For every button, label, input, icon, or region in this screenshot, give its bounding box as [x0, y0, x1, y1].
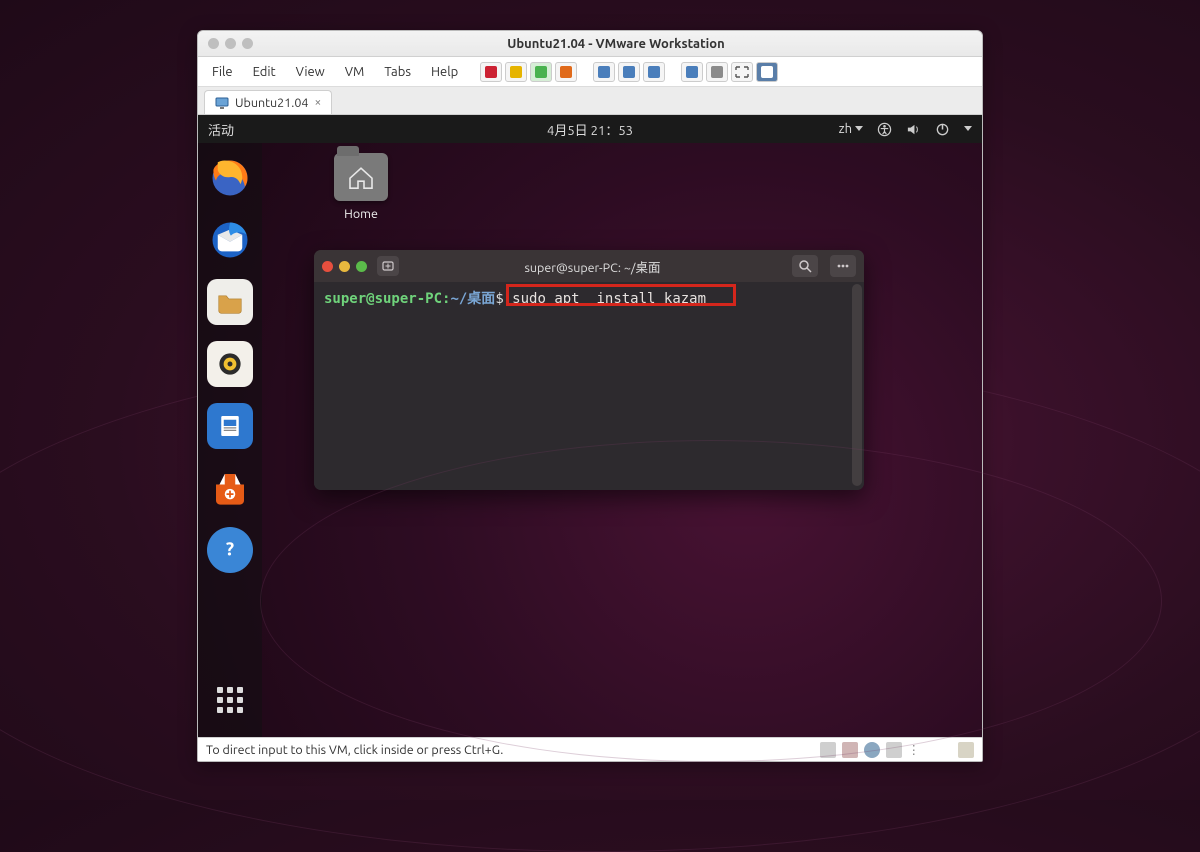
tb-console[interactable]	[706, 62, 728, 82]
topbar-clock[interactable]: 4月5日 21：53	[547, 120, 633, 139]
tb-pause[interactable]	[505, 62, 527, 82]
tb-restart[interactable]	[555, 62, 577, 82]
tb-fullscreen[interactable]	[731, 62, 753, 82]
search-icon	[798, 259, 812, 273]
monitor-icon	[215, 97, 229, 109]
accessibility-icon[interactable]	[877, 122, 892, 137]
max-dot[interactable]	[242, 38, 253, 49]
term-search-button[interactable]	[792, 255, 818, 277]
term-min-dot[interactable]	[339, 261, 350, 272]
volume-icon[interactable]	[906, 122, 921, 137]
vmware-toolbar	[480, 62, 778, 82]
dock-firefox[interactable]	[207, 155, 253, 201]
hamburger-icon	[836, 259, 850, 273]
vmware-menubar: File Edit View VM Tabs Help	[198, 57, 982, 87]
dock-software[interactable]	[207, 465, 253, 511]
tb-poweroff[interactable]	[480, 62, 502, 82]
gnome-topbar[interactable]: 活动 4月5日 21：53 zh	[198, 115, 982, 143]
vmware-tabstrip: Ubuntu21.04 ×	[198, 87, 982, 115]
terminal-titlebar[interactable]: super@super-PC: ~/桌面	[314, 250, 864, 282]
term-newtab-button[interactable]	[377, 256, 399, 276]
vmware-title: Ubuntu21.04 - VMware Workstation	[260, 37, 972, 51]
prompt-dollar: $	[495, 291, 503, 307]
status-hdd-icon[interactable]	[820, 742, 836, 758]
menu-tabs[interactable]: Tabs	[376, 62, 419, 82]
activities-button[interactable]: 活动	[208, 120, 234, 139]
statusbar-devices: ⋮	[820, 742, 975, 758]
dock-help[interactable]: ?	[207, 527, 253, 573]
status-net-icon[interactable]	[864, 742, 880, 758]
desktop-home[interactable]: Home	[324, 153, 398, 221]
vm-tab-close[interactable]: ×	[314, 96, 321, 109]
prompt-user: super@super-PC	[324, 291, 442, 307]
term-menu-button[interactable]	[830, 255, 856, 277]
home-folder-icon	[334, 153, 388, 201]
dock-show-apps[interactable]	[207, 677, 253, 723]
tb-snapshot[interactable]	[593, 62, 615, 82]
term-close-dot[interactable]	[322, 261, 333, 272]
input-lang[interactable]: zh	[839, 122, 863, 136]
dock-libreoffice[interactable]	[207, 403, 253, 449]
dock-files[interactable]	[207, 279, 253, 325]
menu-view[interactable]: View	[288, 62, 333, 82]
dock: ?	[198, 143, 262, 737]
min-dot[interactable]	[225, 38, 236, 49]
desktop-home-label: Home	[324, 207, 398, 221]
terminal-window[interactable]: super@super-PC: ~/桌面 super@super-PC:~/桌面…	[314, 250, 864, 490]
status-printer-icon[interactable]	[886, 742, 902, 758]
menu-help[interactable]: Help	[423, 62, 466, 82]
prompt-path: ~/桌面	[450, 291, 495, 307]
chevron-down-icon[interactable]	[964, 126, 972, 132]
terminal-body[interactable]: super@super-PC:~/桌面$ sudo apt install ka…	[314, 282, 864, 490]
dock-rhythmbox[interactable]	[207, 341, 253, 387]
tb-snapshot-manager[interactable]	[618, 62, 640, 82]
tb-unity[interactable]	[681, 62, 703, 82]
terminal-command: sudo apt install kazam	[504, 291, 706, 307]
tb-exclusive[interactable]	[756, 62, 778, 82]
terminal-title: super@super-PC: ~/桌面	[405, 257, 780, 276]
tb-clone[interactable]	[643, 62, 665, 82]
vmware-statusbar: To direct input to this VM, click inside…	[198, 737, 982, 761]
statusbar-hint: To direct input to this VM, click inside…	[206, 743, 503, 757]
menu-edit[interactable]: Edit	[245, 62, 284, 82]
svg-text:?: ?	[226, 539, 234, 560]
menu-file[interactable]: File	[204, 62, 241, 82]
window-controls[interactable]	[208, 38, 253, 49]
power-icon[interactable]	[935, 122, 950, 137]
term-max-dot[interactable]	[356, 261, 367, 272]
menu-vm[interactable]: VM	[337, 62, 373, 82]
vmware-window: Ubuntu21.04 - VMware Workstation File Ed…	[197, 30, 983, 762]
status-more[interactable]: ⋮	[908, 742, 921, 757]
dock-thunderbird[interactable]	[207, 217, 253, 263]
close-dot[interactable]	[208, 38, 219, 49]
tb-play[interactable]	[530, 62, 552, 82]
status-cd-icon[interactable]	[842, 742, 858, 758]
status-input-icon[interactable]	[958, 742, 974, 758]
vm-tab-ubuntu[interactable]: Ubuntu21.04 ×	[204, 90, 332, 114]
guest-viewport[interactable]: 活动 4月5日 21：53 zh	[198, 115, 982, 737]
terminal-scrollbar[interactable]	[852, 284, 862, 486]
vmware-titlebar[interactable]: Ubuntu21.04 - VMware Workstation	[198, 31, 982, 57]
vm-tab-label: Ubuntu21.04	[235, 96, 308, 110]
